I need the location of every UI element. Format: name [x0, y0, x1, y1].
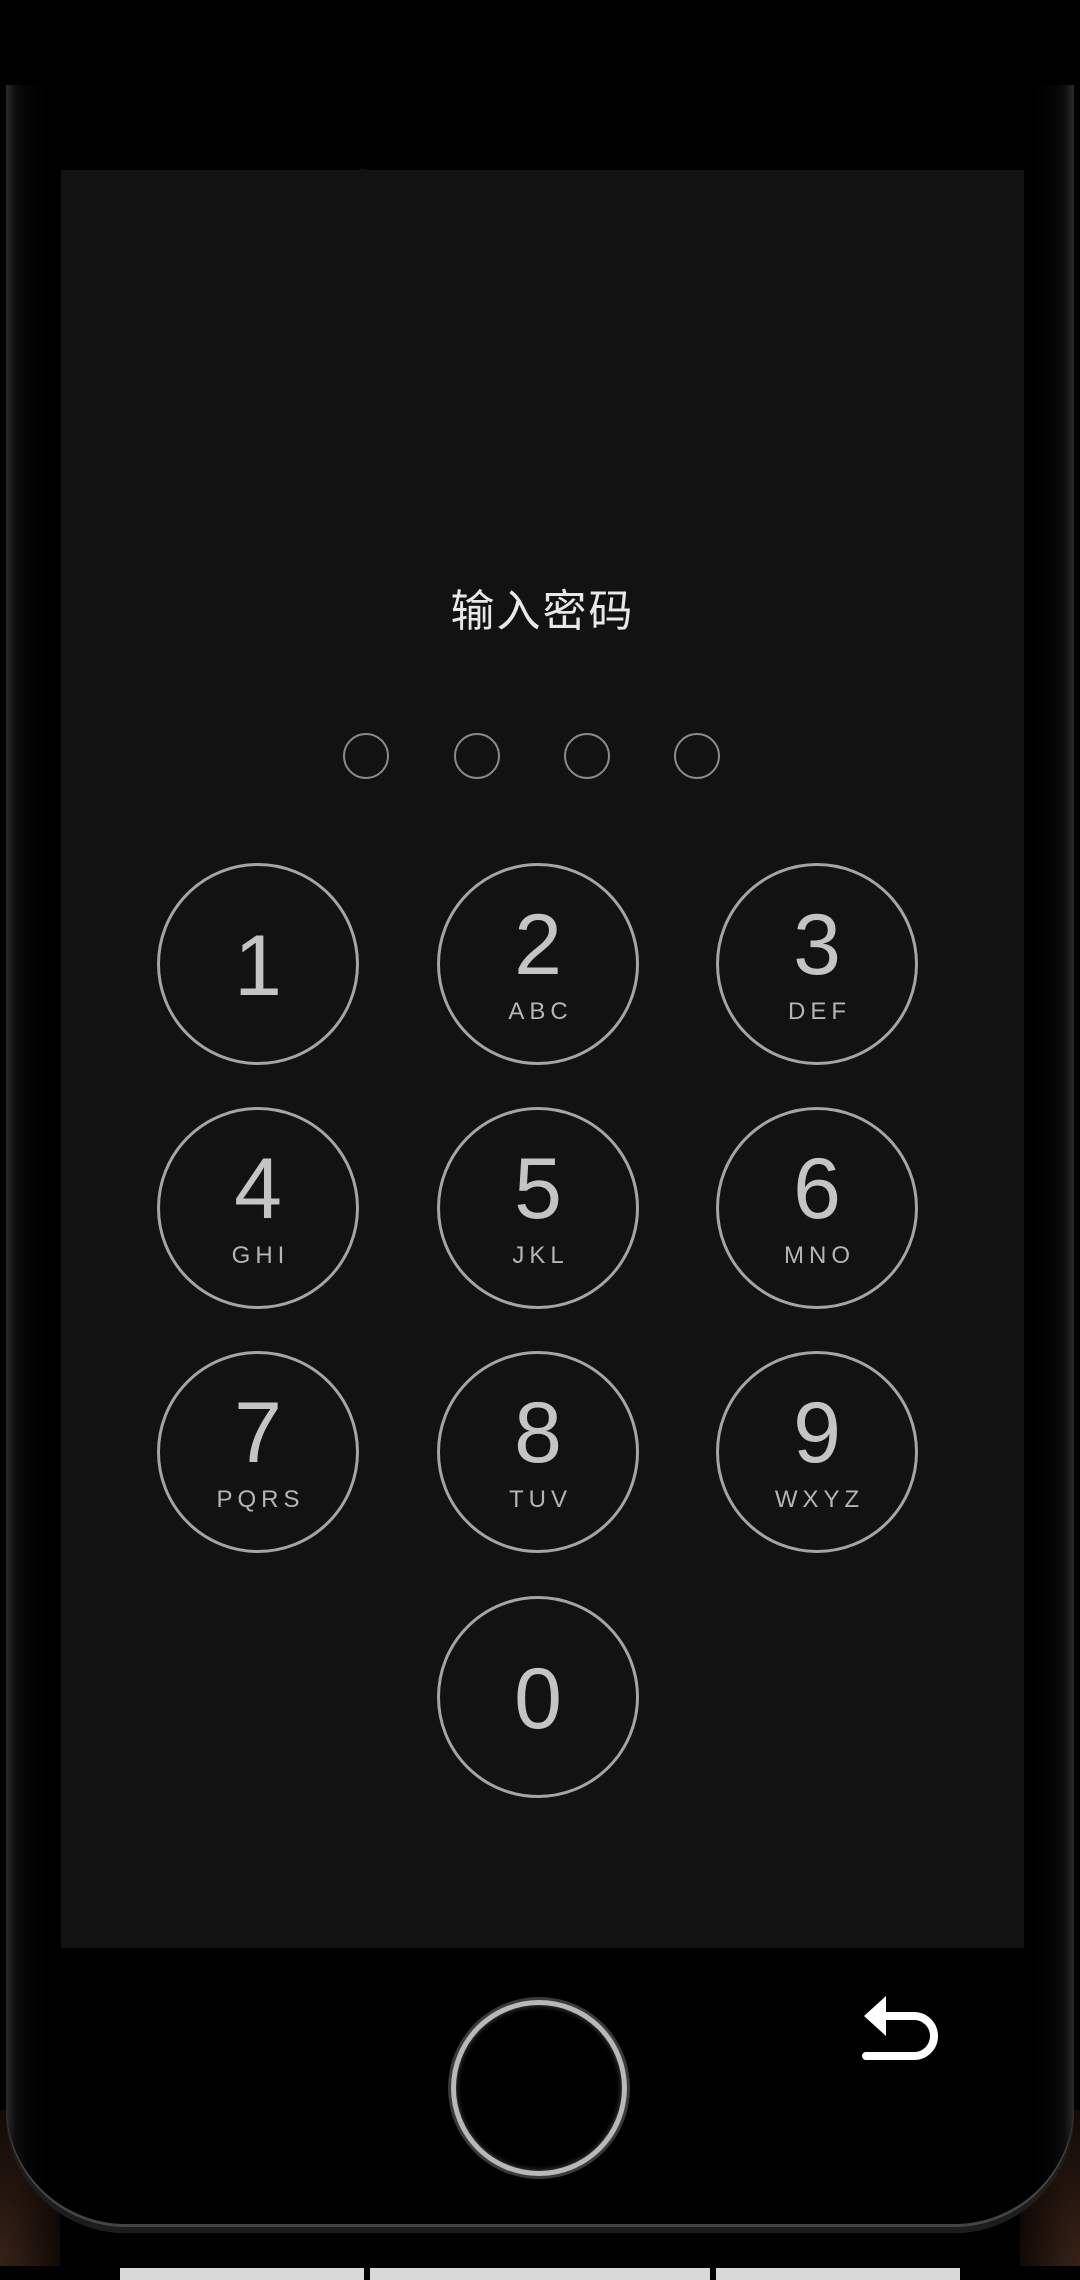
- key-4[interactable]: 4 GHI: [157, 1107, 359, 1309]
- home-button[interactable]: [451, 2000, 627, 2176]
- key-9[interactable]: 9 WXYZ: [716, 1351, 918, 1553]
- key-letters: GHI: [231, 1242, 290, 1269]
- key-2[interactable]: 2 ABC: [437, 863, 639, 1065]
- key-7[interactable]: 7 PQRS: [157, 1351, 359, 1553]
- key-digit: 7: [234, 1385, 282, 1481]
- back-arrow-icon: [862, 1996, 938, 2060]
- key-digit: 5: [514, 1141, 562, 1237]
- key-digit: 1: [234, 918, 282, 1014]
- passcode-dot: [674, 733, 720, 779]
- bottom-tab: [370, 2268, 710, 2280]
- passcode-indicator: [61, 733, 1024, 785]
- key-letters: MNO: [784, 1242, 855, 1269]
- key-0[interactable]: 0: [437, 1596, 639, 1798]
- key-letters: DEF: [788, 998, 851, 1025]
- passcode-dot: [564, 733, 610, 779]
- back-button[interactable]: [856, 1988, 946, 2078]
- key-3[interactable]: 3 DEF: [716, 863, 918, 1065]
- key-digit: 6: [793, 1141, 841, 1237]
- bottom-tab: [120, 2268, 364, 2280]
- key-digit: 3: [793, 897, 841, 993]
- app-root: 输入密码 1 2 ABC 3 DEF 4 GHI 5 JKL 6 MNO 7 P…: [0, 0, 1080, 2280]
- page-title: 输入密码: [450, 586, 635, 637]
- key-digit: 2: [514, 897, 562, 993]
- bottom-tab: [716, 2268, 960, 2280]
- key-digit: 4: [234, 1141, 282, 1237]
- lock-screen: 输入密码 1 2 ABC 3 DEF 4 GHI 5 JKL 6 MNO 7 P…: [61, 170, 1024, 1948]
- key-1[interactable]: 1: [157, 863, 359, 1065]
- key-letters: WXYZ: [774, 1486, 865, 1513]
- key-letters: PQRS: [216, 1486, 305, 1513]
- passcode-dot: [454, 733, 500, 779]
- key-letters: TUV: [509, 1486, 572, 1513]
- key-letters: ABC: [508, 998, 573, 1025]
- key-8[interactable]: 8 TUV: [437, 1351, 639, 1553]
- key-digit: 8: [514, 1385, 562, 1481]
- key-5[interactable]: 5 JKL: [437, 1107, 639, 1309]
- key-letters: JKL: [512, 1242, 569, 1269]
- key-6[interactable]: 6 MNO: [716, 1107, 918, 1309]
- key-digit: 0: [514, 1651, 562, 1747]
- key-digit: 9: [793, 1385, 841, 1481]
- passcode-dot: [343, 733, 389, 779]
